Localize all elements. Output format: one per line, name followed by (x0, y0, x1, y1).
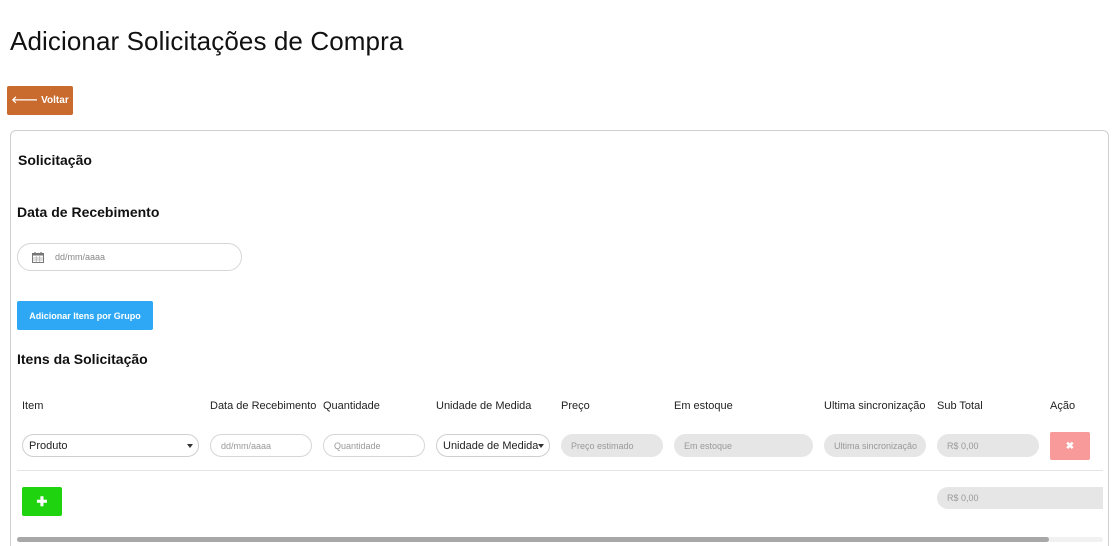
back-button[interactable]: 🡐 Voltar (7, 86, 73, 115)
scrollbar-thumb[interactable] (17, 537, 1049, 542)
back-button-label: Voltar (41, 95, 69, 106)
header-stock: Em estoque (674, 400, 733, 412)
price-field[interactable]: Preço estimado (561, 434, 663, 457)
total-value: R$ 0,00 (947, 493, 979, 503)
add-row-button[interactable]: ✚ (22, 487, 62, 516)
item-select[interactable]: Produto (22, 434, 199, 457)
item-select-value: Produto (29, 439, 68, 452)
arrow-left-icon: 🡐 (11, 94, 39, 106)
header-item: Item (22, 400, 44, 412)
chevron-down-icon (187, 444, 193, 448)
price-placeholder: Preço estimado (571, 440, 634, 451)
horizontal-scrollbar[interactable] (17, 537, 1103, 542)
header-price: Preço (561, 400, 590, 412)
receive-date-field[interactable]: dd/mm/aaaa (17, 243, 242, 271)
last-sync-field: Ultima sincronização (824, 434, 926, 457)
unit-select-value: Unidade de Medida (443, 439, 539, 452)
plus-icon: ✚ (36, 493, 48, 509)
section-title: Solicitação (18, 152, 92, 168)
date-placeholder: dd/mm/aaaa (55, 252, 106, 262)
close-icon: ✖ (1065, 440, 1075, 452)
calendar-icon (32, 251, 44, 263)
header-quantity: Quantidade (323, 400, 380, 412)
page: Adicionar Solicitações de Compra 🡐 Volta… (0, 0, 1118, 546)
request-card (10, 130, 1109, 546)
quantity-placeholder: Quantidade (334, 440, 381, 451)
total-field: R$ 0,00 (937, 487, 1103, 509)
date-label: Data de Recebimento (17, 204, 160, 220)
add-items-by-group-button[interactable]: Adicionar Itens por Grupo (17, 301, 153, 330)
unit-select[interactable]: Unidade de Medida (436, 434, 550, 457)
header-action: Ação (1050, 400, 1076, 412)
last-sync-placeholder: Ultima sincronização (834, 440, 918, 451)
stock-placeholder: Em estoque (684, 440, 733, 451)
chevron-down-icon (538, 444, 544, 448)
header-receive-date: Data de Recebimento (210, 400, 317, 412)
delete-row-button[interactable]: ✖ (1050, 432, 1090, 460)
subtotal-field: R$ 0,00 (937, 434, 1039, 457)
stock-field: Em estoque (674, 434, 813, 457)
items-title: Itens da Solicitação (17, 351, 148, 367)
row-divider (17, 470, 1103, 471)
row-date-field[interactable]: dd/mm/aaaa (210, 434, 312, 457)
header-subtotal: Sub Total (937, 400, 983, 412)
page-title: Adicionar Solicitações de Compra (10, 26, 404, 56)
header-unit: Unidade de Medida (436, 400, 532, 412)
quantity-field[interactable]: Quantidade (323, 434, 425, 457)
subtotal-value: R$ 0,00 (947, 440, 979, 451)
header-last-sync: Ultima sincronização (824, 400, 926, 412)
row-date-placeholder: dd/mm/aaaa (221, 440, 272, 451)
